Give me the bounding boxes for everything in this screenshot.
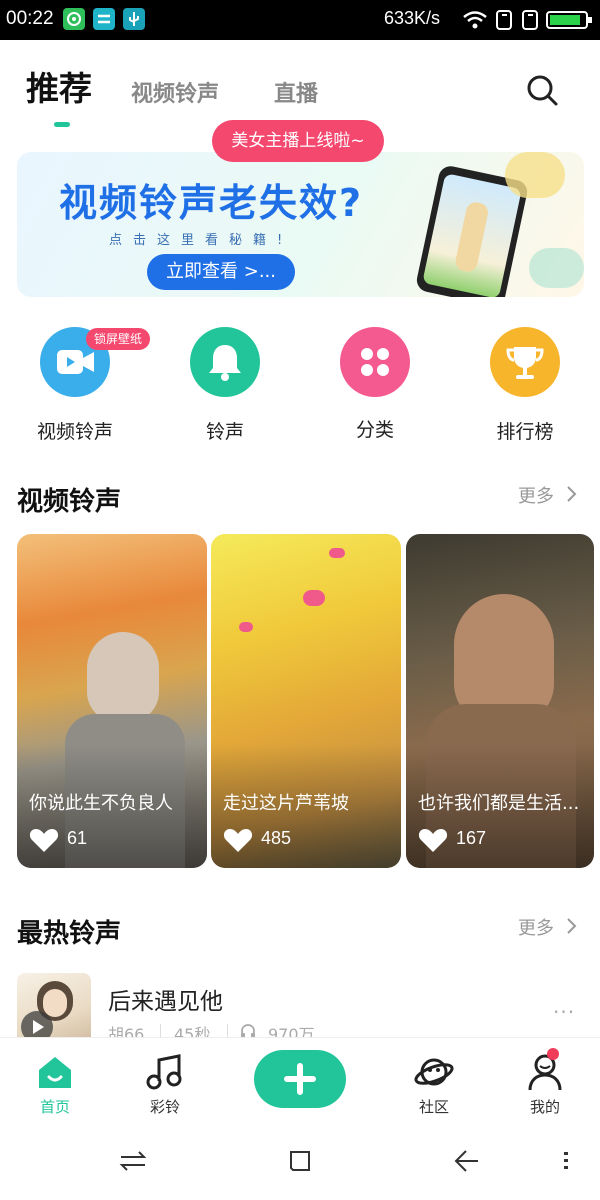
more-options-icon[interactable]: ··· xyxy=(553,1000,575,1024)
section-title-video: 视频铃声 xyxy=(17,487,122,517)
video-card-title: 也许我们都是生活... xyxy=(418,793,580,814)
app-notification-icon xyxy=(63,8,85,30)
create-button[interactable] xyxy=(254,1050,346,1108)
tab-recommend[interactable]: 推荐 xyxy=(26,62,92,110)
video-card-likes: 485 xyxy=(261,828,292,848)
network-speed: 633K/s xyxy=(384,8,441,28)
more-video-link[interactable]: 更多 xyxy=(518,482,554,508)
bell-icon xyxy=(209,345,241,381)
song-thumbnail[interactable] xyxy=(17,973,91,1047)
video-card[interactable]: 你说此生不负良人 61 xyxy=(17,534,207,868)
card-decor xyxy=(303,590,325,606)
nav-home-label: 首页 xyxy=(39,1098,70,1116)
search-button[interactable] xyxy=(524,72,560,108)
more-hot-link[interactable]: 更多 xyxy=(518,914,554,940)
wifi-icon xyxy=(462,9,488,35)
nav-community-label: 社区 xyxy=(418,1098,449,1116)
nav-home[interactable]: 首页 xyxy=(15,1038,95,1123)
battery-icon xyxy=(546,10,594,34)
menu-dots-icon[interactable] xyxy=(562,1150,570,1172)
status-bar: 00:22 633K/s xyxy=(0,0,600,40)
category-badge: 锁屏壁纸 xyxy=(86,328,150,350)
status-time: 00:22 xyxy=(6,8,54,29)
usb-icon xyxy=(123,8,145,30)
banner-decor xyxy=(505,152,565,198)
category-label[interactable]: 排行榜 xyxy=(465,417,585,444)
signal-icon xyxy=(494,9,514,35)
nav-community[interactable]: 社区 xyxy=(394,1038,474,1123)
video-card[interactable]: 也许我们都是生活... 167 xyxy=(406,534,594,868)
section-title-hot: 最热铃声 xyxy=(17,919,122,949)
heart-icon[interactable] xyxy=(223,827,253,853)
video-card-title: 你说此生不负良人 xyxy=(29,793,173,814)
category-ranking[interactable] xyxy=(490,327,560,397)
app-notification-icon xyxy=(93,8,115,30)
heart-icon[interactable] xyxy=(29,827,59,853)
plus-icon xyxy=(284,1063,316,1095)
chevron-right-icon[interactable] xyxy=(566,917,578,939)
video-card-title: 走过这片芦苇坡 xyxy=(223,793,349,814)
banner-subtitle: 点击这里看秘籍! xyxy=(109,233,294,248)
category-classify[interactable] xyxy=(340,327,410,397)
search-icon xyxy=(527,75,558,106)
heart-icon[interactable] xyxy=(418,827,448,853)
video-card[interactable]: 走过这片芦苇坡 485 xyxy=(211,534,401,868)
video-card-likes: 167 xyxy=(456,828,487,848)
nav-mine[interactable]: 我的 xyxy=(505,1038,585,1123)
music-note-icon xyxy=(146,1054,182,1090)
home-icon xyxy=(39,1057,71,1088)
notification-dot xyxy=(547,1048,559,1060)
home-square-icon[interactable] xyxy=(287,1148,313,1174)
system-nav-bar xyxy=(0,1124,600,1200)
category-label[interactable]: 视频铃声 xyxy=(15,417,135,444)
banner-decor xyxy=(529,248,584,288)
planet-icon xyxy=(414,1058,454,1086)
video-card-likes: 61 xyxy=(67,828,88,848)
promo-banner[interactable]: 视频铃声老失效? 点击这里看秘籍! 立即查看 >... xyxy=(17,152,584,297)
category-label[interactable]: 铃声 xyxy=(165,417,285,444)
person-icon xyxy=(528,1054,562,1091)
tab-indicator xyxy=(54,122,70,127)
banner-view-button[interactable]: 立即查看 >... xyxy=(147,254,295,290)
back-icon[interactable] xyxy=(452,1147,480,1175)
switch-icon[interactable] xyxy=(118,1148,148,1174)
tab-video-ringtone[interactable]: 视频铃声 xyxy=(131,76,219,108)
nav-color-ring[interactable]: 彩铃 xyxy=(125,1038,205,1123)
signal-icon xyxy=(520,9,540,35)
tab-live[interactable]: 直播 xyxy=(274,76,318,108)
live-badge[interactable]: 美女主播上线啦~ xyxy=(212,120,384,162)
banner-title: 视频铃声老失效? xyxy=(59,181,364,225)
card-decor xyxy=(239,622,253,632)
nav-color-ring-label: 彩铃 xyxy=(149,1098,180,1116)
trophy-icon xyxy=(506,347,544,379)
category-label[interactable]: 分类 xyxy=(315,415,435,442)
category-ringtone[interactable] xyxy=(190,327,260,397)
card-decor xyxy=(329,548,345,558)
song-title[interactable]: 后来遇见他 xyxy=(108,982,223,1016)
grid-icon xyxy=(361,348,389,376)
card-figure xyxy=(87,632,159,722)
nav-mine-label: 我的 xyxy=(529,1098,560,1116)
chevron-right-icon[interactable] xyxy=(566,485,578,507)
